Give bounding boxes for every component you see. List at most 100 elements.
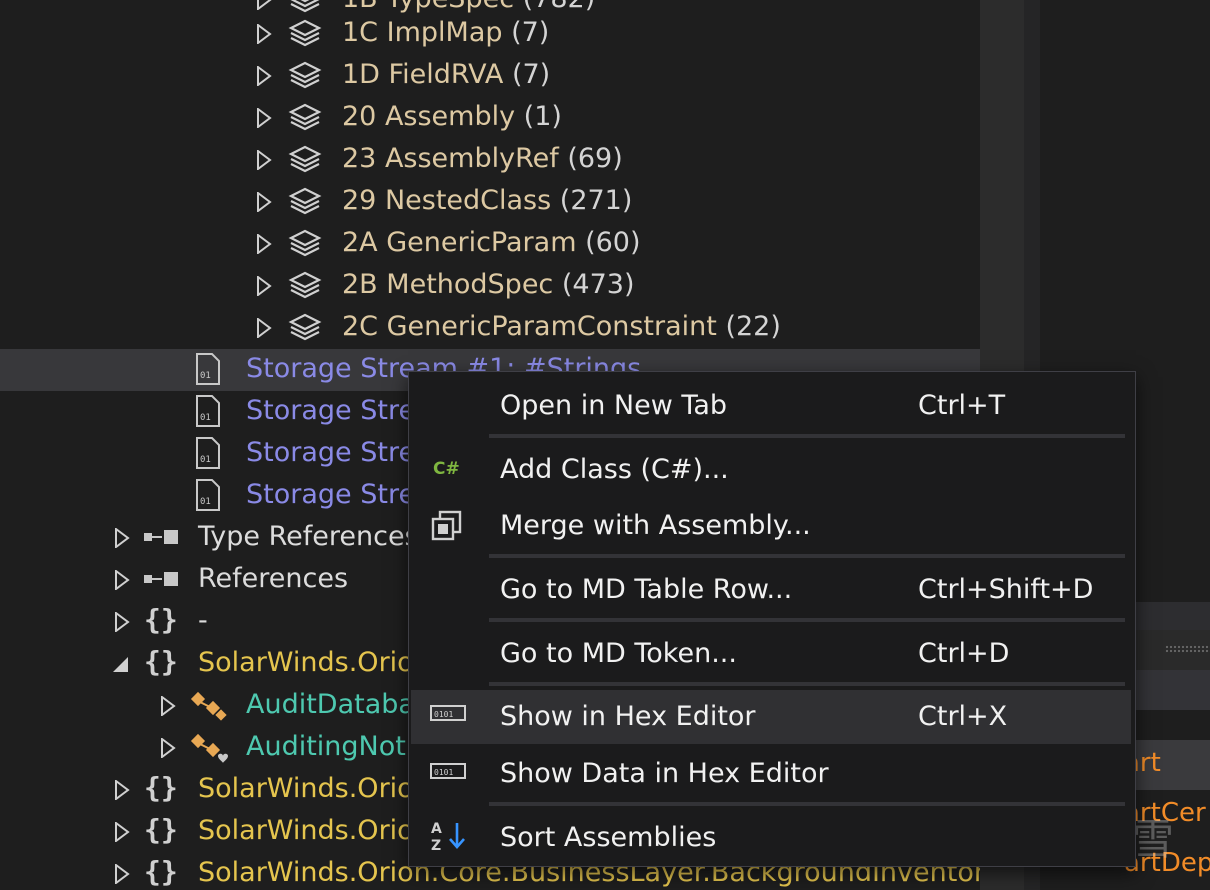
namespace-braces-icon: {} xyxy=(144,603,178,636)
namespace-braces-icon: {} xyxy=(144,645,178,678)
tree-node-md-table[interactable]: 2B MethodSpec (473) xyxy=(0,265,980,307)
right-pane-toolbar xyxy=(1130,602,1210,630)
tree-node-md-table[interactable]: 2C GenericParamConstraint (22) xyxy=(0,307,980,349)
svg-text:A: A xyxy=(431,821,442,837)
tree-node-label: SolarWinds.Orio xyxy=(198,647,414,678)
tree-node-md-table[interactable]: 2A GenericParam (60) xyxy=(0,223,980,265)
menu-separator xyxy=(489,434,1125,438)
menu-separator xyxy=(489,802,1125,806)
table-stack-icon xyxy=(288,270,322,302)
tree-node-md-table[interactable]: 1D FieldRVA (7) xyxy=(0,55,980,97)
tree-node-md-table[interactable]: 29 NestedClass (271) xyxy=(0,181,980,223)
namespace-braces-icon: {} xyxy=(144,855,178,888)
svg-text:01: 01 xyxy=(200,455,211,465)
table-name: 1D FieldRVA xyxy=(342,59,504,90)
expand-triangle-icon[interactable] xyxy=(114,822,130,842)
sort-az-icon: AZ xyxy=(429,818,469,854)
context-menu[interactable]: Open in New Tab Ctrl+T C# Add Class (C#)… xyxy=(408,371,1136,867)
tree-node-label: Type References xyxy=(198,521,419,552)
menu-item-go-to-md-token[interactable]: Go to MD Token... Ctrl+D xyxy=(411,630,1131,678)
menu-item-shortcut: Ctrl+T xyxy=(918,390,1006,421)
expand-triangle-icon[interactable] xyxy=(256,108,272,128)
svg-text:01: 01 xyxy=(200,371,211,381)
table-name: 2B MethodSpec xyxy=(342,269,554,300)
menu-item-label: Show in Hex Editor xyxy=(500,701,756,732)
expand-triangle-icon[interactable] xyxy=(114,780,130,800)
tree-node-label: 2B MethodSpec (473) xyxy=(342,268,634,302)
references-icon xyxy=(142,522,178,554)
tree-node-md-table[interactable]: 23 AssemblyRef (69) xyxy=(0,139,980,181)
table-name: 1B TypeSpec xyxy=(342,0,514,14)
namespace-braces-icon: {} xyxy=(144,813,178,846)
expand-triangle-icon[interactable] xyxy=(256,234,272,254)
menu-item-show-in-hex-editor[interactable]: 0101 Show in Hex Editor Ctrl+X xyxy=(411,690,1131,744)
tree-node-label: 23 AssemblyRef (69) xyxy=(342,142,623,176)
table-stack-icon xyxy=(288,18,322,50)
tree-node-label: AuditingNot xyxy=(246,731,406,762)
class-icon xyxy=(190,690,227,722)
expand-triangle-icon[interactable] xyxy=(114,864,130,884)
table-name: 1C ImplMap xyxy=(342,17,503,48)
menu-item-sort-assemblies[interactable]: AZ Sort Assemblies xyxy=(411,814,1131,862)
expand-triangle-icon[interactable] xyxy=(160,738,176,758)
expand-triangle-icon[interactable] xyxy=(114,570,130,590)
merge-icon xyxy=(429,510,469,542)
expand-triangle-icon[interactable] xyxy=(256,276,272,296)
right-pane-grip[interactable] xyxy=(1165,645,1210,653)
row-count: (69) xyxy=(567,143,623,174)
tree-node-label: 2C GenericParamConstraint (22) xyxy=(342,310,781,344)
expand-triangle-icon[interactable] xyxy=(256,318,272,338)
tree-node-label: 1C ImplMap (7) xyxy=(342,16,549,50)
hex-editor-icon: 0101 xyxy=(429,702,469,734)
table-stack-icon xyxy=(288,102,322,134)
expand-triangle-icon[interactable] xyxy=(256,24,272,44)
menu-item-label: Sort Assemblies xyxy=(500,822,717,853)
row-count: (7) xyxy=(511,17,550,48)
svg-text:01: 01 xyxy=(200,413,211,423)
tree-node-label: 29 NestedClass (271) xyxy=(342,184,632,218)
menu-item-shortcut: Ctrl+X xyxy=(918,701,1008,732)
expand-triangle-icon[interactable] xyxy=(256,192,272,212)
svg-text:C#: C# xyxy=(433,459,460,479)
binary-file-icon: 01 xyxy=(193,478,227,511)
expand-triangle-icon[interactable] xyxy=(114,528,130,548)
menu-separator xyxy=(489,554,1125,558)
expand-triangle-icon[interactable] xyxy=(160,696,176,716)
expand-triangle-icon[interactable] xyxy=(256,150,272,170)
row-count: (271) xyxy=(559,185,633,216)
row-count: (60) xyxy=(585,227,641,258)
menu-item-add-class[interactable]: C# Add Class (C#)... xyxy=(411,446,1131,494)
row-count: (473) xyxy=(561,269,635,300)
menu-item-go-to-md-table-row[interactable]: Go to MD Table Row... Ctrl+Shift+D xyxy=(411,566,1131,614)
menu-separator xyxy=(489,618,1125,622)
table-stack-icon xyxy=(288,228,322,260)
expand-triangle-icon[interactable] xyxy=(256,66,272,86)
row-count: (1) xyxy=(523,101,562,132)
table-name: 23 AssemblyRef xyxy=(342,143,559,174)
binary-file-icon: 01 xyxy=(193,436,227,469)
table-stack-icon xyxy=(288,186,322,218)
menu-item-label: Add Class (C#)... xyxy=(500,454,729,485)
menu-item-label: Go to MD Token... xyxy=(500,638,737,669)
menu-item-merge-with-assembly[interactable]: Merge with Assembly... xyxy=(411,502,1131,550)
expand-triangle-icon[interactable] xyxy=(256,0,272,10)
menu-item-label: Show Data in Hex Editor xyxy=(500,758,829,789)
tree-node-label: SolarWinds.Orio xyxy=(198,815,414,846)
menu-item-shortcut: Ctrl+D xyxy=(918,638,1010,669)
menu-item-open-in-new-tab[interactable]: Open in New Tab Ctrl+T xyxy=(411,382,1131,430)
namespace-braces-icon: {} xyxy=(144,771,178,804)
menu-item-show-data-in-hex-editor[interactable]: 0101 Show Data in Hex Editor xyxy=(411,750,1131,798)
tree-node-md-table[interactable]: 1C ImplMap (7) xyxy=(0,13,980,55)
svg-text:0101: 0101 xyxy=(434,710,453,719)
svg-text:01: 01 xyxy=(200,497,211,507)
table-name: 2A GenericParam xyxy=(342,227,577,258)
table-name: 20 Assembly xyxy=(342,101,516,132)
tree-node-md-table[interactable]: 20 Assembly (1) xyxy=(0,97,980,139)
menu-item-label: Merge with Assembly... xyxy=(500,510,811,541)
table-stack-icon xyxy=(288,312,322,344)
collapse-triangle-icon[interactable] xyxy=(112,654,128,674)
expand-triangle-icon[interactable] xyxy=(114,612,130,632)
menu-item-shortcut: Ctrl+Shift+D xyxy=(918,574,1094,605)
tree-node-label: Storage Stre xyxy=(246,395,416,426)
row-count: (7) xyxy=(511,59,551,90)
